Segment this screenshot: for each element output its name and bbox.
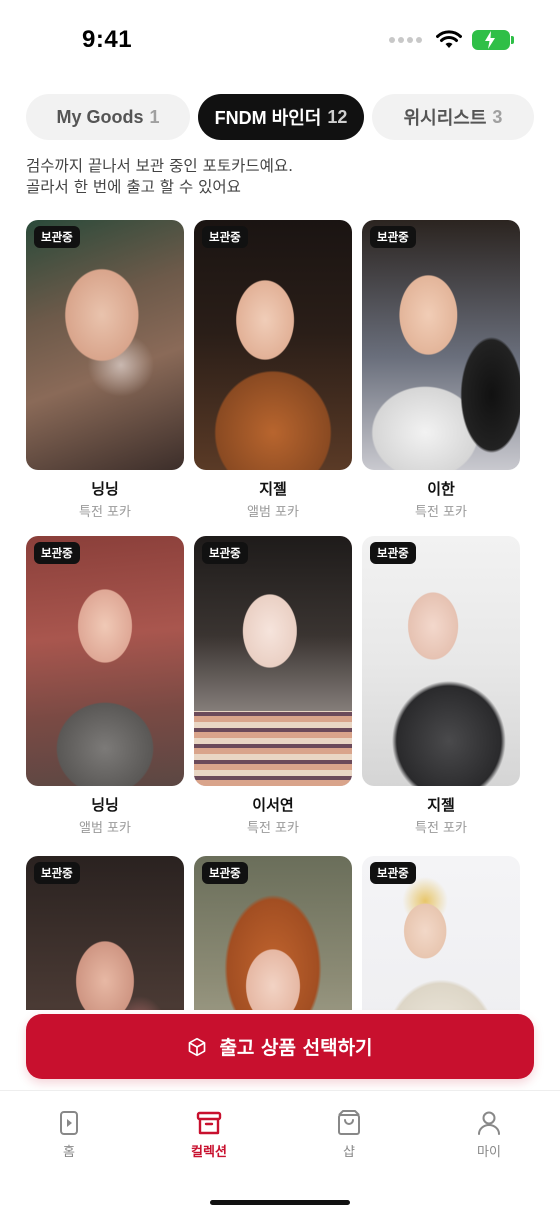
select-shipping-button[interactable]: 출고 상품 선택하기: [26, 1014, 534, 1079]
photocard-image: 보관중: [26, 220, 184, 470]
card-type: 특전 포카: [247, 821, 299, 836]
photocard-item[interactable]: 보관중 닝닝 특전 포카: [26, 220, 184, 520]
person-icon: [478, 1111, 500, 1135]
card-type: 앨범 포카: [247, 505, 299, 520]
photocard-image: 보관중: [362, 220, 520, 470]
tab-wishlist[interactable]: 위시리스트 3: [372, 94, 534, 140]
card-name: 이서연: [252, 796, 294, 814]
photocard-item[interactable]: 보관중 지젤 앨범 포카: [194, 220, 352, 520]
tab-label: FNDM 바인더: [214, 108, 322, 128]
status-badge: 보관중: [202, 226, 248, 248]
status-badge: 보관중: [370, 226, 416, 248]
card-name: 닝닝: [91, 480, 119, 498]
tab-label: My Goods: [56, 106, 144, 127]
shopping-bag-icon: [338, 1110, 360, 1135]
status-icons: [389, 30, 514, 50]
nav-home[interactable]: 홈: [19, 1109, 119, 1160]
archive-box-icon: [196, 1111, 222, 1135]
photocard-grid: 보관중 닝닝 특전 포카 보관중 지젤 앨범 포카 보관중 이한 특전 포카 보…: [26, 220, 520, 1010]
photocard-item[interactable]: 보관중: [26, 856, 184, 1010]
photocard-item[interactable]: 보관중 닝닝 앨범 포카: [26, 536, 184, 836]
photocard-image: 보관중: [362, 856, 520, 1010]
tab-label: 위시리스트: [403, 108, 487, 128]
tab-fndm-binder[interactable]: FNDM 바인더 12: [198, 94, 364, 140]
status-badge: 보관중: [370, 862, 416, 884]
status-badge: 보관중: [34, 226, 80, 248]
nav-label: 홈: [63, 1145, 75, 1160]
card-type: 특전 포카: [415, 505, 467, 520]
status-badge: 보관중: [370, 542, 416, 564]
photocard-image: 보관중: [194, 856, 352, 1010]
status-time: 9:41: [82, 26, 133, 53]
battery-charging-icon: [472, 30, 514, 50]
binder-description: 검수까지 끝나서 보관 중인 포토카드예요. 골라서 한 번에 출고 할 수 있…: [26, 156, 526, 198]
tab-count: 3: [492, 106, 503, 127]
box-icon: [189, 1037, 206, 1056]
bottom-nav: 홈 컬렉션 샵 마이: [0, 1090, 560, 1217]
card-type: 특전 포카: [415, 821, 467, 836]
photocard-item[interactable]: 보관중 이서연 특전 포카: [194, 536, 352, 836]
wifi-icon: [436, 30, 462, 48]
nav-shop[interactable]: 샵: [299, 1109, 399, 1160]
description-line: 골라서 한 번에 출고 할 수 있어요: [26, 178, 241, 196]
nav-my[interactable]: 마이: [439, 1109, 539, 1160]
status-bar: 9:41: [0, 0, 560, 84]
card-name: 닝닝: [91, 796, 119, 814]
collection-tabs: My Goods 1 FNDM 바인더 12 위시리스트 3: [26, 94, 534, 140]
home-indicator: [210, 1200, 350, 1205]
card-name: 이한: [427, 480, 455, 498]
photocard-image: 보관중: [194, 536, 352, 786]
status-badge: 보관중: [34, 542, 80, 564]
tab-my-goods[interactable]: My Goods 1: [26, 94, 190, 140]
signal-dots-icon: [389, 37, 422, 43]
status-badge: 보관중: [34, 862, 80, 884]
photocard-image: 보관중: [26, 536, 184, 786]
play-card-icon: [60, 1111, 78, 1135]
card-name: 지젤: [427, 796, 455, 814]
photocard-image: 보관중: [362, 536, 520, 786]
photocard-item[interactable]: 보관중 지젤 특전 포카: [362, 536, 520, 836]
status-badge: 보관중: [202, 862, 248, 884]
photocard-image: 보관중: [26, 856, 184, 1010]
cta-label: 출고 상품 선택하기: [219, 1037, 373, 1059]
tab-count: 1: [149, 106, 160, 127]
description-line: 검수까지 끝나서 보관 중인 포토카드예요.: [26, 157, 294, 175]
nav-label: 마이: [477, 1145, 501, 1160]
nav-label: 샵: [343, 1145, 355, 1160]
photocard-item[interactable]: 보관중: [362, 856, 520, 1010]
card-name: 지젤: [259, 480, 287, 498]
card-type: 특전 포카: [79, 505, 131, 520]
status-badge: 보관중: [202, 542, 248, 564]
photocard-item[interactable]: 보관중 이한 특전 포카: [362, 220, 520, 520]
photocard-image: 보관중: [194, 220, 352, 470]
card-type: 앨범 포카: [79, 821, 131, 836]
photocard-item[interactable]: 보관중: [194, 856, 352, 1010]
nav-collection[interactable]: 컬렉션: [159, 1109, 259, 1160]
nav-label: 컬렉션: [191, 1145, 227, 1160]
tab-count: 12: [327, 106, 348, 127]
